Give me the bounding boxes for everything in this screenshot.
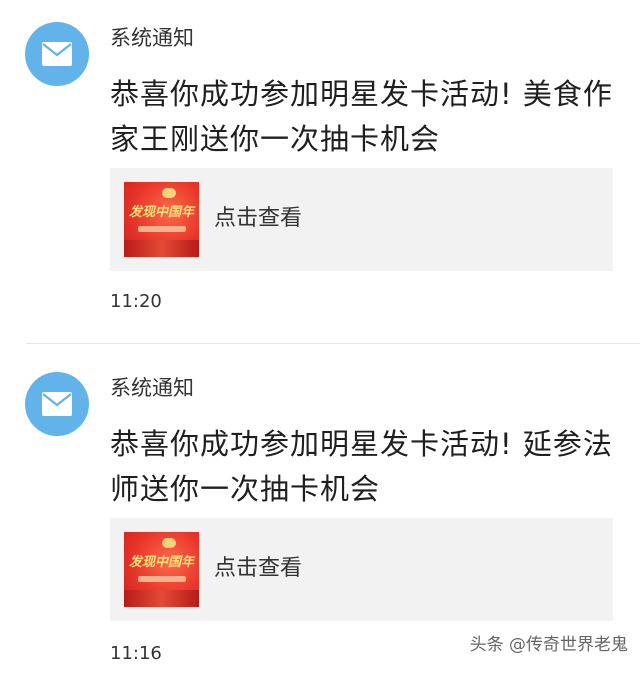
- notification-item[interactable]: 系统通知 恭喜你成功参加明星发卡活动! 美食作家王刚送你一次抽卡机会 发现中国年…: [0, 0, 640, 343]
- link-card[interactable]: 发现中国年 点击查看: [110, 518, 613, 621]
- thumbnail-badge: [162, 188, 176, 198]
- card-thumbnail: 发现中国年: [124, 532, 199, 607]
- envelope-icon: [25, 22, 89, 86]
- link-card[interactable]: 发现中国年 点击查看: [110, 168, 613, 271]
- timestamp: 11:16: [110, 643, 162, 664]
- thumbnail-subtitle: [138, 576, 186, 582]
- message-text: 恭喜你成功参加明星发卡活动! 延参法师送你一次抽卡机会: [110, 427, 613, 506]
- sender-name: 系统通知: [110, 376, 194, 400]
- thumbnail-title: 发现中国年: [129, 205, 195, 220]
- view-link[interactable]: 点击查看: [214, 554, 302, 584]
- divider: [26, 343, 640, 344]
- message-text: 恭喜你成功参加明星发卡活动! 美食作家王刚送你一次抽卡机会: [110, 77, 613, 156]
- view-link[interactable]: 点击查看: [214, 204, 302, 234]
- thumbnail-subtitle: [138, 226, 186, 232]
- thumbnail-decoration: [124, 590, 199, 607]
- thumbnail-decoration: [124, 240, 199, 257]
- envelope-icon: [25, 372, 89, 436]
- notification-item[interactable]: 系统通知 恭喜你成功参加明星发卡活动! 延参法师送你一次抽卡机会 发现中国年 点…: [0, 350, 640, 673]
- watermark: 头条 @传奇世界老鬼: [469, 635, 628, 655]
- card-thumbnail: 发现中国年: [124, 182, 199, 257]
- timestamp: 11:20: [110, 291, 162, 312]
- thumbnail-badge: [162, 538, 176, 548]
- thumbnail-title: 发现中国年: [129, 555, 195, 570]
- sender-name: 系统通知: [110, 26, 194, 50]
